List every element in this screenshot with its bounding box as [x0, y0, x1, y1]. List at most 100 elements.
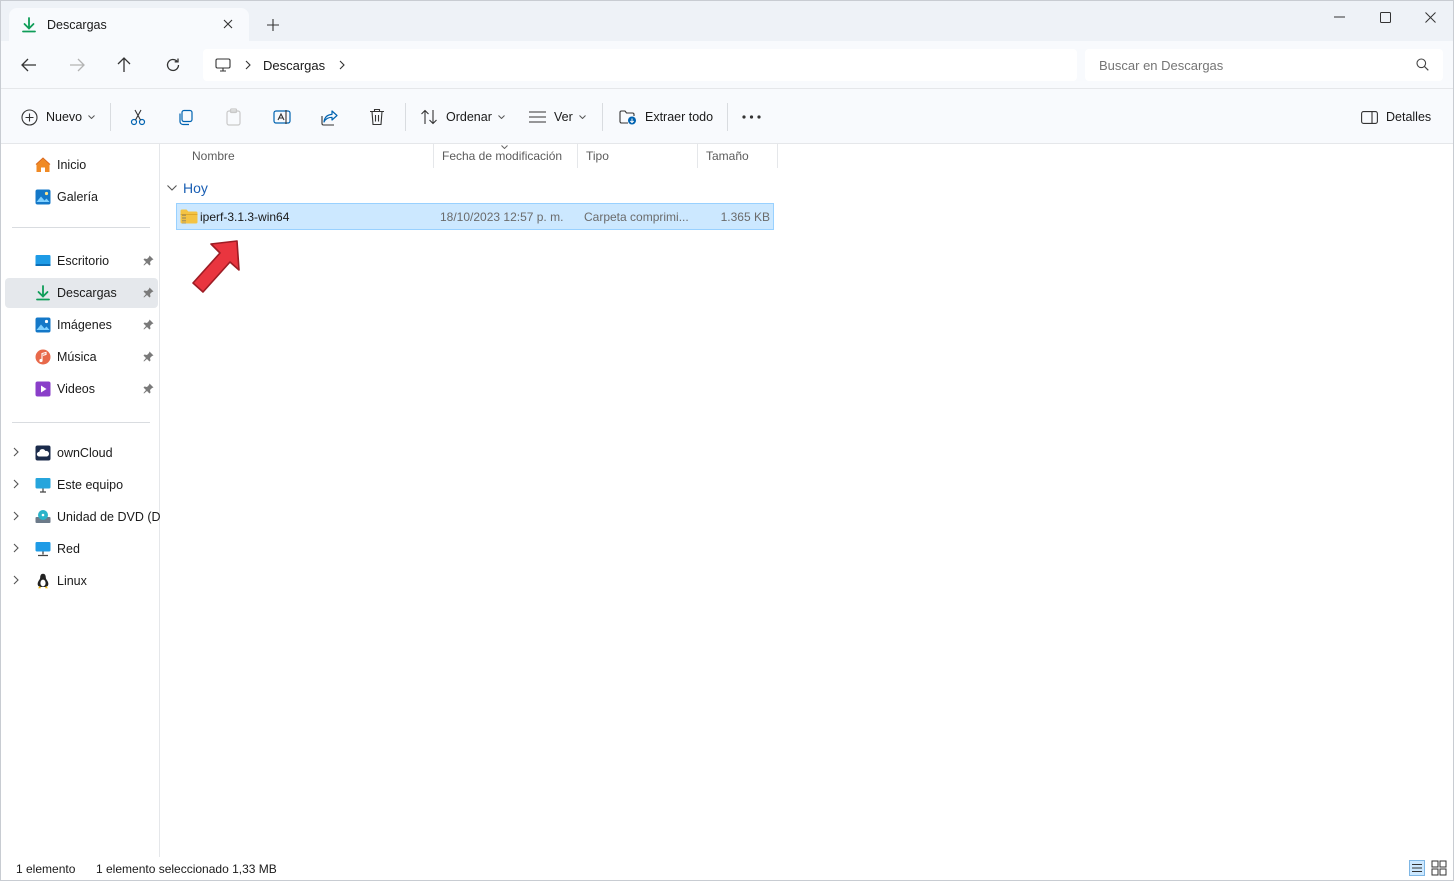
sidebar-divider	[12, 227, 150, 228]
list-view-icon	[529, 111, 546, 123]
add-circle-icon	[21, 108, 38, 126]
tab-descargas[interactable]: Descargas	[9, 8, 249, 41]
file-date: 18/10/2023 12:57 p. m.	[440, 210, 564, 224]
chevron-right-icon[interactable]	[13, 511, 19, 521]
search-icon[interactable]	[1416, 58, 1429, 71]
share-button[interactable]	[321, 103, 339, 131]
pointer-arrow-icon	[192, 240, 240, 293]
column-header-nombre[interactable]: Nombre	[184, 144, 434, 168]
new-tab-button[interactable]	[263, 15, 283, 35]
share-icon	[321, 109, 338, 126]
sort-button[interactable]: Ordenar	[420, 103, 505, 131]
tab-title: Descargas	[47, 17, 107, 32]
trash-icon	[370, 108, 384, 126]
extract-all-button[interactable]: Extraer todo	[619, 103, 713, 131]
minimize-button[interactable]	[1316, 1, 1362, 33]
chevron-right-icon	[245, 60, 251, 70]
sidebar-item-musica[interactable]: Música	[5, 342, 158, 372]
address-bar[interactable]: Descargas	[203, 49, 1077, 81]
delete-button[interactable]	[369, 103, 385, 131]
sidebar-item-owncloud[interactable]: ownCloud	[5, 438, 158, 468]
toolbar-divider	[110, 103, 111, 131]
close-icon	[1424, 11, 1436, 23]
chevron-down-icon	[498, 115, 505, 119]
sidebar-divider	[12, 422, 150, 423]
new-button[interactable]: Nuevo	[21, 103, 95, 131]
up-button[interactable]	[110, 52, 138, 78]
file-explorer-window: Descargas Descargas Buscar en Descargas …	[0, 0, 1454, 881]
rename-icon	[273, 110, 291, 124]
toolbar-divider	[602, 103, 603, 131]
sidebar-item-galeria[interactable]: Galería	[5, 182, 158, 212]
refresh-icon	[166, 58, 180, 72]
column-header-fecha[interactable]: Fecha de modificación	[434, 144, 578, 168]
extract-folder-icon	[619, 110, 636, 125]
copy-button[interactable]	[177, 103, 194, 131]
arrow-up-icon	[117, 57, 131, 72]
tab-close-icon[interactable]	[219, 15, 237, 33]
sidebar-item-videos[interactable]: Videos	[5, 374, 158, 404]
new-button-label: Nuevo	[46, 110, 83, 124]
home-icon	[35, 157, 51, 172]
clipboard-icon	[226, 108, 241, 126]
download-icon	[22, 16, 36, 32]
pin-icon[interactable]	[143, 287, 154, 298]
more-options-button[interactable]	[742, 103, 761, 131]
videos-icon	[35, 381, 51, 397]
refresh-button[interactable]	[159, 52, 187, 78]
close-window-button[interactable]	[1407, 1, 1453, 33]
pictures-icon	[35, 317, 51, 333]
group-header-hoy[interactable]: Hoy	[167, 178, 208, 198]
rename-button[interactable]	[273, 103, 291, 131]
chevron-right-icon[interactable]	[13, 575, 19, 585]
table-row[interactable]: iperf-3.1.3-win64 18/10/2023 12:57 p. m.…	[176, 203, 774, 230]
minimize-icon	[1333, 16, 1345, 18]
command-bar: Nuevo Ordenar Ver Extraer todo Detalles	[1, 89, 1453, 144]
sidebar-item-dvd[interactable]: Unidad de DVD (D:)	[5, 502, 168, 532]
breadcrumb-descargas[interactable]: Descargas	[263, 58, 325, 73]
tiles-view-icon[interactable]	[1431, 860, 1447, 876]
pin-icon[interactable]	[143, 319, 154, 330]
navigation-pane: Inicio Galería Escritorio Descargas Imág…	[1, 144, 168, 857]
chevron-right-icon[interactable]	[13, 543, 19, 553]
sidebar-item-inicio[interactable]: Inicio	[5, 150, 158, 180]
status-bar: 1 elemento 1 elemento seleccionado 1,33 …	[1, 857, 1453, 880]
sidebar-item-descargas[interactable]: Descargas	[5, 278, 158, 308]
sort-button-label: Ordenar	[446, 110, 492, 124]
chevron-right-icon[interactable]	[13, 447, 19, 457]
copy-icon	[179, 109, 193, 125]
sidebar-item-este-equipo[interactable]: Este equipo	[5, 470, 158, 500]
ellipsis-icon	[742, 115, 761, 119]
forward-button[interactable]	[63, 52, 91, 78]
sidebar-item-red[interactable]: Red	[5, 534, 158, 564]
search-input[interactable]	[1099, 57, 1399, 73]
details-button-label: Detalles	[1386, 110, 1432, 124]
music-icon	[35, 349, 51, 365]
linux-icon	[37, 573, 49, 589]
sort-icon	[421, 109, 437, 125]
status-item-count: 1 elemento	[16, 862, 76, 876]
pin-icon[interactable]	[143, 383, 154, 394]
chevron-down-icon	[88, 115, 95, 119]
scissors-icon	[130, 109, 146, 126]
column-header-tipo[interactable]: Tipo	[578, 144, 698, 168]
pin-icon[interactable]	[143, 255, 154, 266]
gallery-icon	[35, 189, 51, 205]
sidebar-item-imagenes[interactable]: Imágenes	[5, 310, 158, 340]
pin-icon[interactable]	[143, 351, 154, 362]
cut-button[interactable]	[129, 103, 147, 131]
back-button[interactable]	[15, 52, 43, 78]
view-button[interactable]: Ver	[529, 103, 586, 131]
sidebar-item-escritorio[interactable]: Escritorio	[5, 246, 158, 276]
column-header-tamano[interactable]: Tamaño	[698, 144, 778, 168]
monitor-icon	[215, 58, 231, 72]
details-view-icon[interactable]	[1409, 860, 1425, 876]
paste-button[interactable]	[225, 103, 242, 131]
file-type: Carpeta comprimi...	[584, 210, 689, 224]
details-button[interactable]: Detalles	[1361, 103, 1431, 131]
sidebar-item-linux[interactable]: Linux	[5, 566, 158, 596]
chevron-right-icon[interactable]	[339, 60, 345, 70]
toolbar-divider	[405, 103, 406, 131]
maximize-button[interactable]	[1362, 1, 1408, 33]
chevron-right-icon[interactable]	[13, 479, 19, 489]
